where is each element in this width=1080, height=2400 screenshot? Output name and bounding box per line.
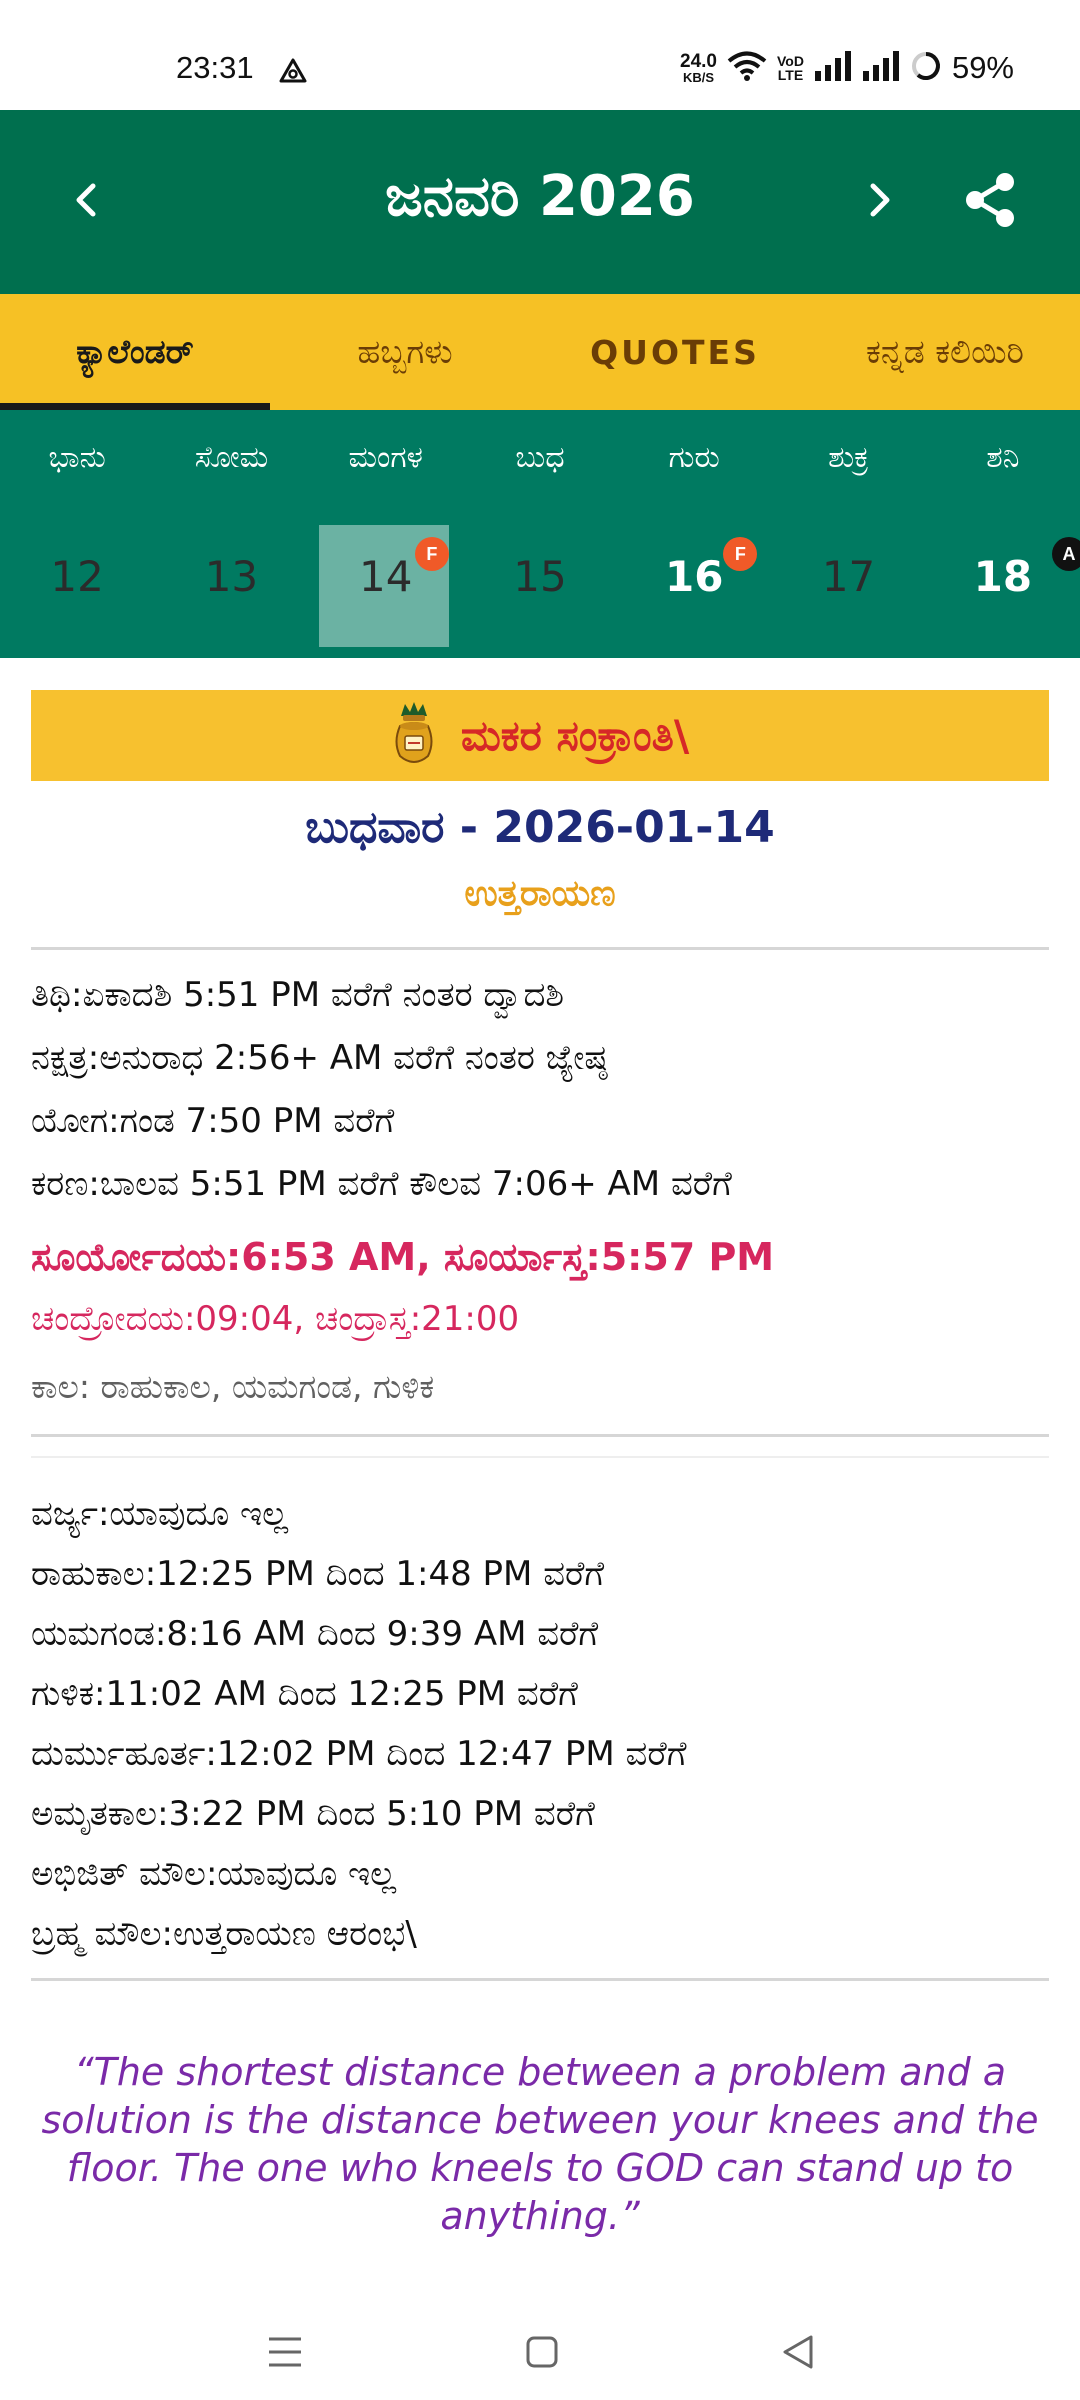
- prev-month-button[interactable]: [46, 160, 126, 240]
- kala-legend: ಕಾಲ: ರಾಹುಕಾಲ, ಯಮಗಂಡ, ಗುಳಿಕ: [31, 1367, 435, 1406]
- weekday-label: ಸೋಮ: [194, 440, 269, 475]
- varjya-line: ವರ್ಜ್ಯ:ಯಾವುದೂ ಇಲ್ಲ: [31, 1494, 289, 1534]
- festival-name: ಮಕರ ಸಂಕ್ರಾಂತಿ\: [460, 710, 690, 760]
- weekday-label: ಶುಕ್ರ: [828, 440, 869, 475]
- home-square-icon: [526, 2336, 558, 2368]
- chevron-left-icon: [76, 183, 96, 217]
- month-title: ಜನವರಿ 2026: [385, 164, 695, 229]
- sunrise-sunset-line: ಸೂರ್ಯೋದಯ:6:53 AM, ಸೂರ್ಯಾಸ್ತ:5:57 PM: [31, 1235, 775, 1279]
- home-button[interactable]: [502, 2322, 582, 2382]
- notification-app-icon: [278, 56, 308, 86]
- date-cell[interactable]: 12: [0, 525, 154, 647]
- battery-icon: [910, 50, 942, 86]
- app-header: ಜನವರಿ 2026: [0, 110, 1080, 294]
- menu-icon: [269, 2337, 301, 2367]
- date-cell-selected[interactable]: 14 F: [309, 525, 463, 647]
- week-strip: ಭಾನು ಸೋಮ ಮಂಗಳ ಬುಧ ಗುರು ಶುಕ್ರ ಶನಿ 12 13 1…: [0, 410, 1080, 658]
- date-number: 18: [973, 551, 1033, 601]
- rahukala-line: ರಾಹುಕಾಲ:12:25 PM ದಿಂದ 1:48 PM ವರೆಗೆ: [31, 1554, 605, 1594]
- divider: [31, 947, 1049, 950]
- divider: [31, 1456, 1049, 1458]
- brahma-line: ಬ್ರಹ್ಮ ಮೌಲ:ಉತ್ತರಾಯಣ ಆರಂಭ\: [31, 1914, 417, 1954]
- divider: [31, 1434, 1049, 1437]
- moonrise-moonset-line: ಚಂದ್ರೋದಯ:09:04, ಚಂದ್ರಾಸ್ತ:21:00: [31, 1299, 520, 1339]
- date-number: 15: [513, 551, 567, 601]
- yoga-line: ಯೋಗ:ಗಂಡ 7:50 PM ವರೆಗೆ: [31, 1101, 395, 1141]
- recents-button[interactable]: [245, 2322, 325, 2382]
- daily-quote: “The shortest distance between a problem…: [41, 2050, 1039, 2238]
- network-speed: 24.0 KB/S: [680, 51, 717, 85]
- amavasya-badge: A: [1051, 537, 1080, 571]
- weekday-label: ಮಂಗಳ: [348, 440, 423, 475]
- nakshatra-line: ನಕ್ಷತ್ರ:ಅನುರಾಧ 2:56+ AM ವರೆಗೆ ನಂತರ ಜ್ಯೇಷ…: [31, 1038, 608, 1078]
- date-cell[interactable]: 17: [771, 525, 925, 647]
- date-number: 14: [358, 551, 413, 601]
- back-button[interactable]: [758, 2322, 838, 2382]
- date-number: 12: [50, 551, 104, 601]
- tab-calendar[interactable]: ಕ್ಯಾಲೆಂಡರ್: [0, 294, 270, 410]
- battery-percent: 59%: [951, 50, 1014, 85]
- weekday-label: ಬುಧ: [515, 440, 565, 475]
- amrutakala-line: ಅಮೃತಕಾಲ:3:22 PM ದಿಂದ 5:10 PM ವರೆಗೆ: [31, 1794, 595, 1834]
- divider: [31, 1978, 1049, 1981]
- ayana-label: ಉತ್ತರಾಯಣ: [464, 873, 616, 914]
- share-icon: [966, 173, 1014, 227]
- weekday-label: ಭಾನು: [48, 440, 106, 475]
- karana-line: ಕರಣ:ಬಾಲವ 5:51 PM ವರೆಗೆ ಕೌಲವ 7:06+ AM ವರೆ…: [31, 1164, 732, 1204]
- date-row: 12 13 14 F 15 16 F 17 18 A: [0, 525, 1080, 647]
- tithi-line: ತಿಥಿ:ಏಕಾದಶಿ 5:51 PM ವರೆಗೆ ನಂತರ ದ್ವಾದಶಿ: [31, 975, 565, 1015]
- durmuhurta-line: ದುರ್ಮುಹೂರ್ತ:12:02 PM ದಿಂದ 12:47 PM ವರೆಗೆ: [31, 1734, 687, 1774]
- tab-learn-kannada[interactable]: ಕನ್ನಡ ಕಲಿಯಿರಿ: [810, 294, 1080, 410]
- date-cell[interactable]: 16 F: [617, 525, 771, 647]
- signal-icon-sim1: [814, 51, 852, 85]
- date-cell[interactable]: 15: [463, 525, 617, 647]
- weekday-header: ಭಾನು ಸೋಮ ಮಂಗಳ ಬುಧ ಗುರು ಶುಕ್ರ ಶನಿ: [0, 440, 1080, 475]
- weekday-label: ಗುರು: [668, 440, 720, 475]
- gulika-line: ಗುಳಿಕ:11:02 AM ದಿಂದ 12:25 PM ವರೆಗೆ: [31, 1674, 578, 1714]
- status-icons: 24.0 KB/S VoD LTE 59%: [680, 48, 1014, 88]
- chevron-right-icon: [870, 183, 890, 217]
- tab-festivals[interactable]: ಹಬ್ಬಗಳು: [270, 294, 540, 410]
- signal-icon-sim2: [862, 51, 900, 85]
- volte-indicator: VoD LTE: [776, 53, 804, 83]
- date-number: 17: [821, 551, 876, 601]
- system-nav-bar: [0, 2300, 1080, 2400]
- share-button[interactable]: [950, 160, 1030, 240]
- festival-banner[interactable]: ಮಕರ ಸಂಕ್ರಾಂತಿ\: [31, 690, 1049, 781]
- tab-bar: ಕ್ಯಾಲೆಂಡರ್ ಹಬ್ಬಗಳು QUOTES ಕನ್ನಡ ಕಲಿಯಿರಿ: [0, 294, 1080, 410]
- status-bar: 23:31 24.0 KB/S VoD LTE 59%: [0, 0, 1080, 110]
- abhijit-line: ಅಭಿಜಿತ್ ಮೌಲ:ಯಾವುದೂ ಇಲ್ಲ: [31, 1854, 397, 1894]
- tab-quotes[interactable]: QUOTES: [540, 294, 810, 410]
- next-month-button[interactable]: [840, 160, 920, 240]
- kalash-icon: [391, 701, 437, 770]
- day-title: ಬುಧವಾರ - 2026-01-14: [305, 802, 775, 853]
- festival-badge: F: [723, 537, 758, 571]
- date-cell[interactable]: 13: [154, 525, 308, 647]
- date-number: 16: [665, 551, 724, 601]
- festival-badge: F: [414, 537, 449, 571]
- back-triangle-icon: [783, 2335, 813, 2369]
- date-number: 13: [204, 551, 259, 601]
- yamaganda-line: ಯಮಗಂಡ:8:16 AM ದಿಂದ 9:39 AM ವರೆಗೆ: [31, 1614, 599, 1654]
- date-cell[interactable]: 18 A: [926, 525, 1080, 647]
- status-time: 23:31: [176, 50, 254, 85]
- weekday-label: ಶನಿ: [986, 440, 1020, 475]
- wifi-icon: [727, 50, 767, 86]
